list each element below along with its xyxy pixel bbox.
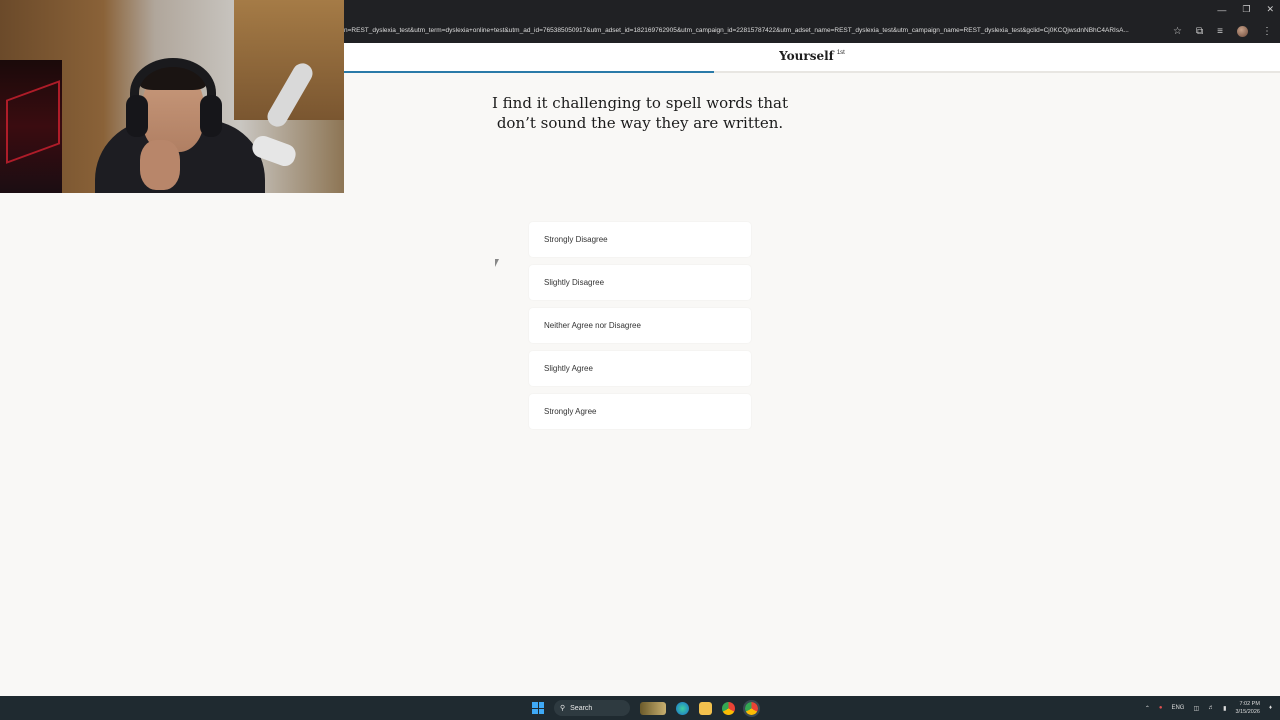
chrome-active-icon[interactable]	[743, 699, 760, 717]
edge-browser-icon[interactable]	[676, 701, 689, 715]
restore-icon[interactable]: ❐	[1242, 4, 1250, 15]
webcam-background-pc	[0, 60, 62, 193]
search-icon: ⚲	[560, 705, 566, 712]
battery-icon[interactable]: ▮	[1223, 705, 1226, 712]
webcam-headset-left-ear	[126, 95, 148, 137]
option-strongly-disagree[interactable]: Strongly Disagree	[529, 222, 751, 257]
question-text: I find it challenging to spell words tha…	[491, 94, 789, 132]
webcam-overlay	[0, 0, 344, 193]
language-indicator[interactable]: ENG	[1171, 705, 1184, 711]
tray-chevron-up-icon[interactable]: ⌃	[1145, 705, 1150, 712]
progress-bar	[344, 71, 1280, 73]
section-title-text: Yourself	[779, 49, 834, 63]
option-slightly-agree[interactable]: Slightly Agree	[529, 351, 751, 386]
windows-taskbar: ⚲ Search ⌃ ● ENG ◫ ♬ ▮ 7:02 PM 3/15/2026…	[0, 696, 1280, 720]
system-tray: ⌃ ● ENG ◫ ♬ ▮ 7:02 PM 3/15/2026 ♦	[1145, 696, 1272, 720]
taskbar-search-label: Search	[570, 704, 593, 712]
option-slightly-disagree[interactable]: Slightly Disagree	[529, 265, 751, 300]
microphone-icon[interactable]: ●	[1159, 705, 1163, 711]
taskbar-apps: ⚲ Search	[532, 696, 760, 720]
file-explorer-icon[interactable]	[699, 701, 712, 715]
section-title: Yourself 1st	[344, 49, 1280, 63]
clock-time: 7:02 PM	[1239, 701, 1260, 707]
taskbar-search[interactable]: ⚲ Search	[554, 700, 630, 716]
minimize-icon[interactable]: —	[1217, 5, 1226, 15]
clock-date: 3/15/2026	[1235, 709, 1260, 715]
volume-icon[interactable]: ♬	[1208, 705, 1214, 711]
option-strongly-agree[interactable]: Strongly Agree	[529, 394, 751, 429]
chrome-icon[interactable]	[722, 701, 735, 715]
bookmark-star-icon[interactable]: ☆	[1173, 26, 1182, 37]
profile-avatar[interactable]	[1237, 25, 1248, 37]
extensions-icon[interactable]: ⧉	[1196, 26, 1203, 37]
webcam-person-hand	[140, 140, 180, 190]
windows-start-icon[interactable]	[532, 702, 544, 714]
progress-bar-fill	[344, 71, 714, 73]
taskbar-clock[interactable]: 7:02 PM 3/15/2026	[1235, 700, 1259, 716]
webcam-headset-right-ear	[200, 95, 222, 137]
quiz-header: Yourself 1st	[344, 43, 1280, 73]
downloads-icon[interactable]: ≡	[1217, 26, 1223, 37]
widget-icon[interactable]	[640, 701, 666, 715]
browser-toolbar-icons: ☆ ⧉ ≡ ⋮	[1173, 19, 1272, 43]
url-text[interactable]: n=REST_dyslexia_test&utm_term=dyslexia+o…	[344, 19, 1169, 43]
more-menu-icon[interactable]: ⋮	[1262, 26, 1272, 37]
section-title-superscript: 1st	[836, 50, 845, 56]
answer-options: Strongly Disagree Slightly Disagree Neit…	[529, 222, 751, 437]
window-controls: — ❐ ✕	[1217, 0, 1274, 19]
close-icon[interactable]: ✕	[1266, 4, 1274, 15]
network-icon[interactable]: ◫	[1193, 705, 1199, 712]
mouse-cursor	[495, 259, 499, 267]
notification-bell-icon[interactable]: ♦	[1269, 705, 1272, 711]
option-neither[interactable]: Neither Agree nor Disagree	[529, 308, 751, 343]
